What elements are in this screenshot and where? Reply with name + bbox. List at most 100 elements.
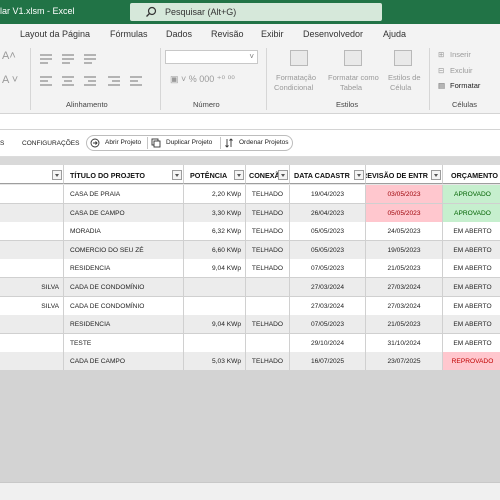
horizontal-align-icons[interactable] xyxy=(38,74,158,88)
cell-review-date[interactable]: 21/05/2023 xyxy=(366,259,443,279)
cell-power[interactable] xyxy=(184,333,246,353)
cell-register-date[interactable]: 26/04/2023 xyxy=(290,203,366,223)
cell-power[interactable]: 5,03 KWp xyxy=(184,352,246,372)
cell-power[interactable]: 2,20 KWp xyxy=(184,185,246,204)
cell-review-date[interactable]: 27/03/2024 xyxy=(366,278,443,297)
config-button[interactable]: CONFIGURAÇÕES xyxy=(22,140,79,147)
cell-client[interactable] xyxy=(0,333,64,353)
cell-review-date[interactable]: 21/05/2023 xyxy=(366,315,443,335)
cell-title[interactable]: RESIDENCIA xyxy=(64,259,184,279)
tab-view[interactable]: Exibir xyxy=(261,29,284,39)
cell-power[interactable] xyxy=(184,278,246,297)
filter-dropdown-icon[interactable] xyxy=(354,170,364,180)
sort-projects-button[interactable]: Ordenar Projetos xyxy=(221,136,293,150)
cell-power[interactable]: 6,60 KWp xyxy=(184,240,246,260)
cell-power[interactable]: 9,04 KWp xyxy=(184,315,246,335)
cell-budget[interactable]: REPROVADO xyxy=(443,352,500,372)
insert-cells-button[interactable]: Inserir xyxy=(450,50,471,59)
cell-budget[interactable]: APROVADO xyxy=(443,203,500,223)
cell-client[interactable] xyxy=(0,352,64,372)
cell-connection[interactable] xyxy=(246,278,290,297)
tab-review[interactable]: Revisão xyxy=(211,29,244,39)
cell-connection[interactable]: TELHADO xyxy=(246,352,290,372)
cell-register-date[interactable]: 07/05/2023 xyxy=(290,315,366,335)
cell-power[interactable]: 3,30 KWp xyxy=(184,203,246,223)
cell-styles-label-2[interactable]: Célula xyxy=(390,83,411,92)
cell-budget[interactable]: EM ABERTO xyxy=(443,240,500,260)
cell-client[interactable] xyxy=(0,240,64,260)
cell-review-date[interactable]: 05/05/2023 xyxy=(366,203,443,223)
cell-styles-icon[interactable] xyxy=(394,50,412,66)
tab-page-layout[interactable]: Layout da Página xyxy=(20,29,90,39)
cell-connection[interactable] xyxy=(246,333,290,353)
cell-register-date[interactable]: 27/03/2024 xyxy=(290,278,366,297)
cell-connection[interactable]: TELHADO xyxy=(246,185,290,204)
cell-power[interactable]: 6,32 KWp xyxy=(184,222,246,242)
filter-dropdown-icon[interactable] xyxy=(431,170,441,180)
cell-title[interactable]: CASA DE CAMPO xyxy=(64,203,184,223)
cell-budget[interactable]: EM ABERTO xyxy=(443,259,500,279)
conditional-format-icon[interactable] xyxy=(290,50,308,66)
tab-data[interactable]: Dados xyxy=(166,29,192,39)
format-as-table-label-1[interactable]: Formatar como xyxy=(328,73,379,82)
format-as-table-label-2[interactable]: Tabela xyxy=(340,83,362,92)
cell-styles-label-1[interactable]: Estilos de xyxy=(388,73,421,82)
number-format-icons[interactable]: ▣ ˅ % 000 ⁺⁰ ⁰⁰ xyxy=(170,74,235,85)
cell-title[interactable]: CASA DE PRAIA xyxy=(64,185,184,204)
cell-title[interactable]: TESTE xyxy=(64,333,184,353)
cell-budget[interactable]: APROVADO xyxy=(443,185,500,204)
cell-client[interactable] xyxy=(0,222,64,242)
search-box[interactable]: Pesquisar (Alt+G) xyxy=(130,3,382,21)
cell-title[interactable]: CADA DE CONDOMÍNIO xyxy=(64,296,184,316)
cell-register-date[interactable]: 05/05/2023 xyxy=(290,222,366,242)
cell-connection[interactable]: TELHADO xyxy=(246,315,290,335)
format-cells-button[interactable]: Formatar xyxy=(450,81,480,90)
cell-power[interactable] xyxy=(184,296,246,316)
formula-bar[interactable] xyxy=(0,114,500,130)
tab-formulas[interactable]: Fórmulas xyxy=(110,29,148,39)
cell-client[interactable] xyxy=(0,259,64,279)
cell-title[interactable]: COMERCIO DO SEU ZÉ xyxy=(64,240,184,260)
cell-client[interactable] xyxy=(0,315,64,335)
cell-connection[interactable]: TELHADO xyxy=(246,259,290,279)
duplicate-project-button[interactable]: Duplicar Projeto xyxy=(148,136,220,150)
filter-dropdown-icon[interactable] xyxy=(52,170,62,180)
cell-client[interactable] xyxy=(0,185,64,204)
cell-register-date[interactable]: 27/03/2024 xyxy=(290,296,366,316)
format-as-table-icon[interactable] xyxy=(344,50,362,66)
cell-client[interactable]: SILVA xyxy=(0,296,64,316)
cell-budget[interactable]: EM ABERTO xyxy=(443,296,500,316)
cell-register-date[interactable]: 29/10/2024 xyxy=(290,333,366,353)
cell-connection[interactable]: TELHADO xyxy=(246,222,290,242)
cell-power[interactable]: 9,04 KWp xyxy=(184,259,246,279)
cell-title[interactable]: MORADIA xyxy=(64,222,184,242)
cell-review-date[interactable]: 03/05/2023 xyxy=(366,185,443,204)
font-color-icon[interactable]: A ˅ xyxy=(2,74,18,86)
cell-review-date[interactable]: 24/05/2023 xyxy=(366,222,443,242)
delete-cells-button[interactable]: Excluir xyxy=(450,66,473,75)
cell-budget[interactable]: EM ABERTO xyxy=(443,278,500,297)
filter-dropdown-icon[interactable] xyxy=(172,170,182,180)
cell-title[interactable]: RESIDENCIA xyxy=(64,315,184,335)
cell-connection[interactable]: TELHADO xyxy=(246,203,290,223)
cell-review-date[interactable]: 23/07/2025 xyxy=(366,352,443,372)
filter-dropdown-icon[interactable] xyxy=(278,170,288,180)
vertical-align-icons[interactable] xyxy=(38,52,118,66)
cell-register-date[interactable]: 16/07/2025 xyxy=(290,352,366,372)
cell-connection[interactable]: TELHADO xyxy=(246,240,290,260)
cell-budget[interactable]: EM ABERTO xyxy=(443,315,500,335)
toolbar-left-label[interactable]: S xyxy=(0,140,4,147)
conditional-format-label-1[interactable]: Formatação xyxy=(276,73,316,82)
cell-register-date[interactable]: 05/05/2023 xyxy=(290,240,366,260)
cell-budget[interactable]: EM ABERTO xyxy=(443,222,500,242)
cell-review-date[interactable]: 19/05/2023 xyxy=(366,240,443,260)
cell-review-date[interactable]: 27/03/2024 xyxy=(366,296,443,316)
tab-developer[interactable]: Desenvolvedor xyxy=(303,29,363,39)
font-size-icon[interactable]: A˄ xyxy=(2,50,16,62)
conditional-format-label-2[interactable]: Condicional xyxy=(274,83,313,92)
cell-register-date[interactable]: 07/05/2023 xyxy=(290,259,366,279)
tab-help[interactable]: Ajuda xyxy=(383,29,406,39)
cell-connection[interactable] xyxy=(246,296,290,316)
cell-title[interactable]: CADA DE CONDOMÍNIO xyxy=(64,278,184,297)
cell-register-date[interactable]: 19/04/2023 xyxy=(290,185,366,204)
